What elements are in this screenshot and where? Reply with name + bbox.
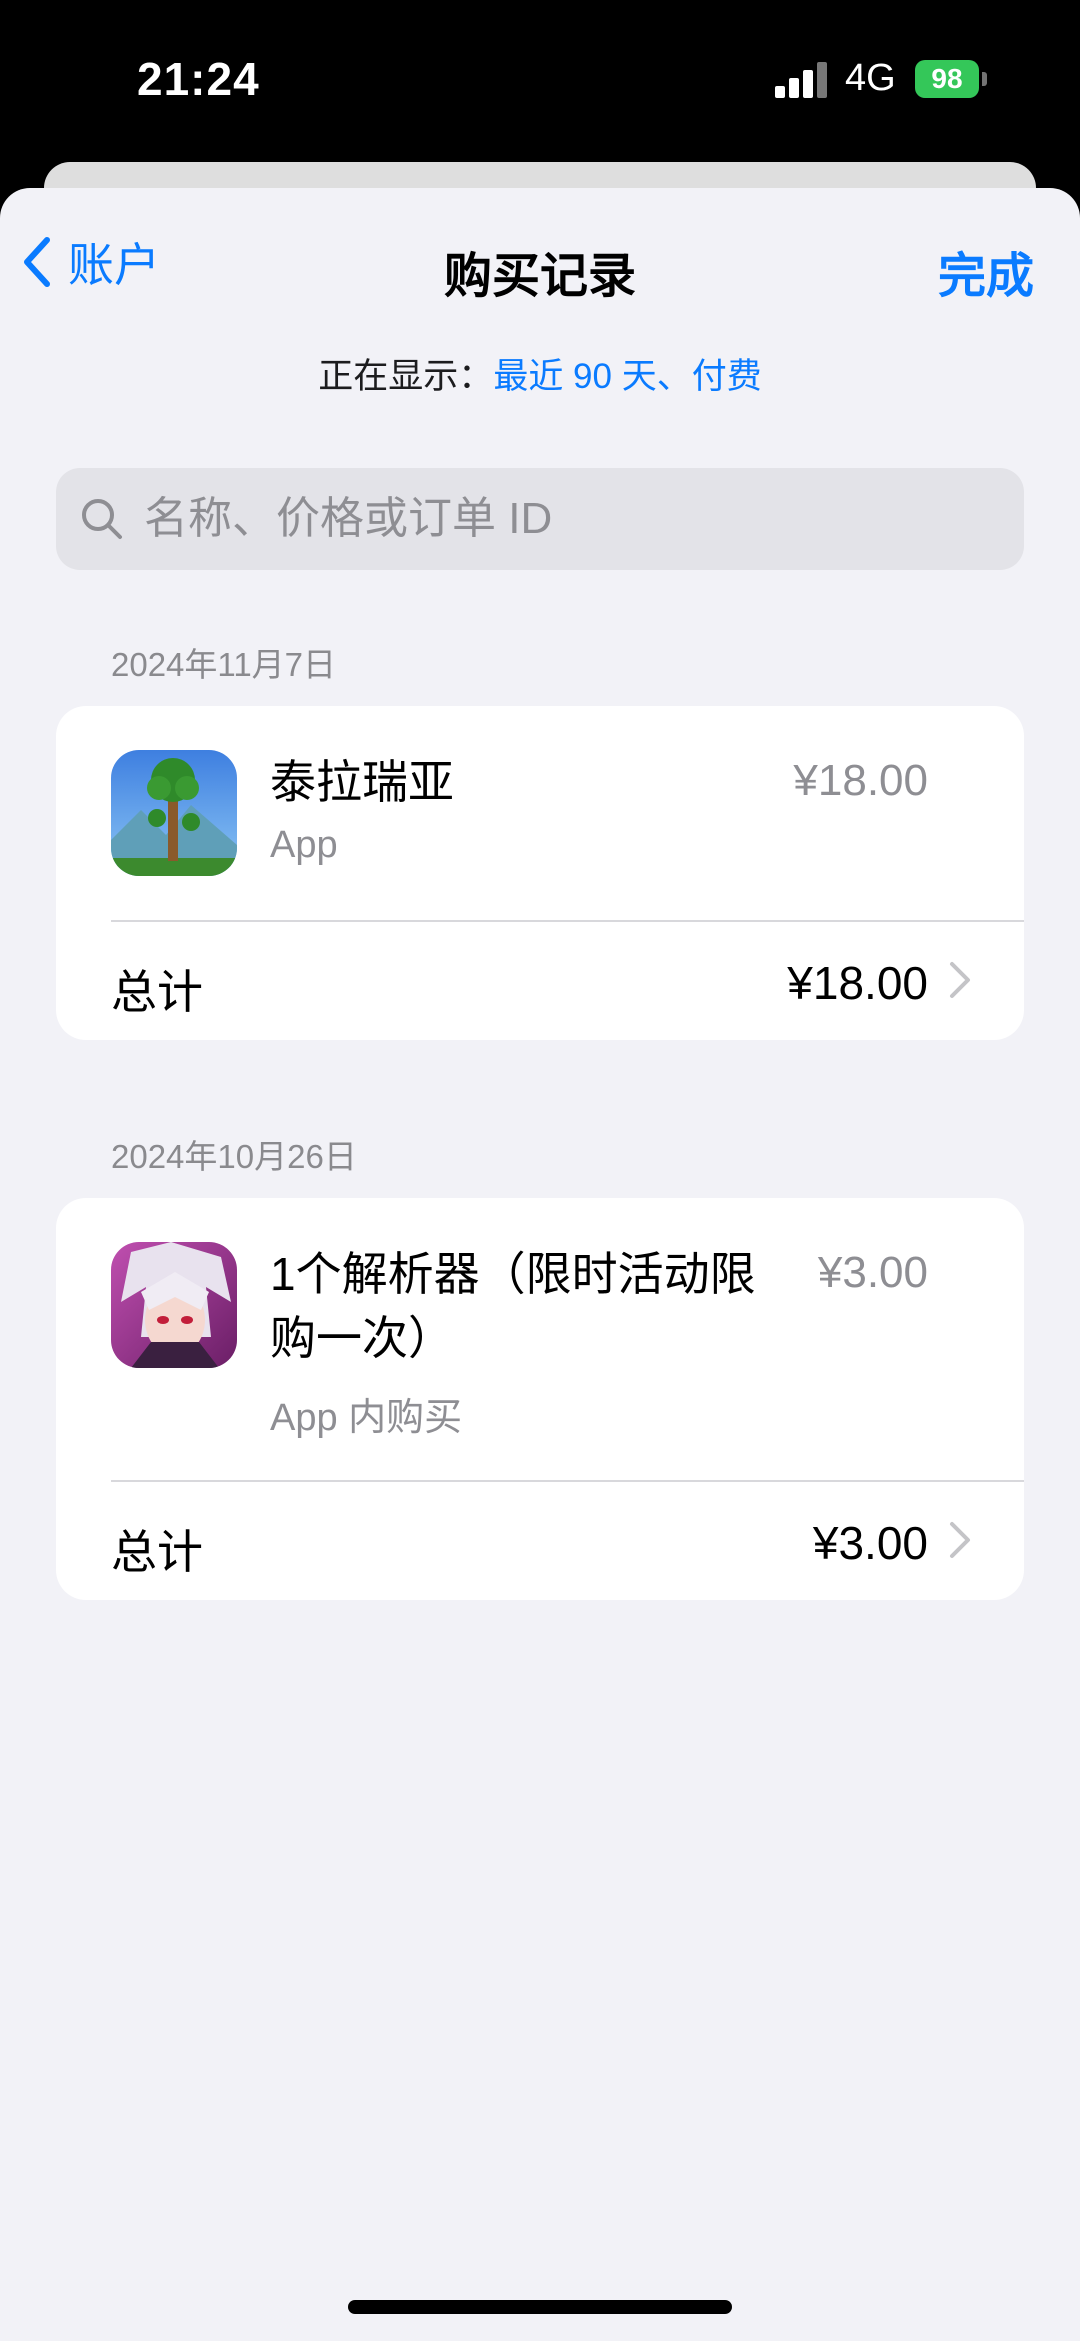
- filter-label: 正在显示：: [318, 357, 494, 396]
- total-label: 总计: [111, 966, 203, 1018]
- item-type: App: [270, 824, 338, 866]
- item-name: 泰拉瑞亚: [270, 756, 454, 808]
- chevron-right-icon: [950, 962, 970, 998]
- date-header: 2024年10月26日: [111, 1138, 357, 1175]
- battery-icon: 98: [915, 60, 979, 98]
- item-type: App 内购买: [270, 1397, 463, 1439]
- item-name-line1: 1个解析器（限时活动限: [270, 1248, 756, 1300]
- status-time: 21:24: [137, 53, 260, 105]
- purchase-card: 1个解析器（限时活动限 购一次） App 内购买 ¥3.00 总计 ¥3.00: [56, 1198, 1024, 1600]
- item-price: ¥18.00: [793, 756, 928, 805]
- signal-icon: [775, 62, 829, 98]
- date-header: 2024年11月7日: [111, 646, 337, 683]
- total-label: 总计: [111, 1526, 203, 1578]
- item-name-line2: 购一次）: [270, 1312, 454, 1364]
- status-bar: 21:24 4G 98: [0, 0, 1080, 162]
- purchase-card: 泰拉瑞亚 App ¥18.00 总计 ¥18.00: [56, 706, 1024, 1040]
- search-input[interactable]: [142, 493, 966, 545]
- total-row[interactable]: 总计 ¥3.00: [56, 1482, 1024, 1600]
- anime-app-icon: [111, 1242, 237, 1368]
- total-price: ¥18.00: [787, 957, 928, 1009]
- total-price: ¥3.00: [812, 1517, 928, 1569]
- filter-value-link[interactable]: 最近 90 天、付费: [493, 357, 761, 396]
- total-row[interactable]: 总计 ¥18.00: [56, 922, 1024, 1040]
- chevron-right-icon: [950, 1522, 970, 1558]
- battery-level: 98: [931, 63, 963, 94]
- search-bar[interactable]: [56, 468, 1024, 570]
- battery-tip: [982, 72, 987, 86]
- network-type: 4G: [845, 57, 896, 99]
- page-title: 购买记录: [443, 250, 636, 303]
- filter-row: 正在显示：最近 90 天、付费: [0, 348, 1080, 399]
- purchase-history-sheet: 账户 购买记录 完成 正在显示：最近 90 天、付费 2024年11月7日: [0, 188, 1080, 2341]
- item-price: ¥3.00: [817, 1248, 928, 1297]
- done-button[interactable]: 完成: [938, 236, 1034, 306]
- search-icon: [82, 499, 122, 539]
- terraria-app-icon: [111, 750, 237, 876]
- home-indicator[interactable]: [348, 2300, 732, 2314]
